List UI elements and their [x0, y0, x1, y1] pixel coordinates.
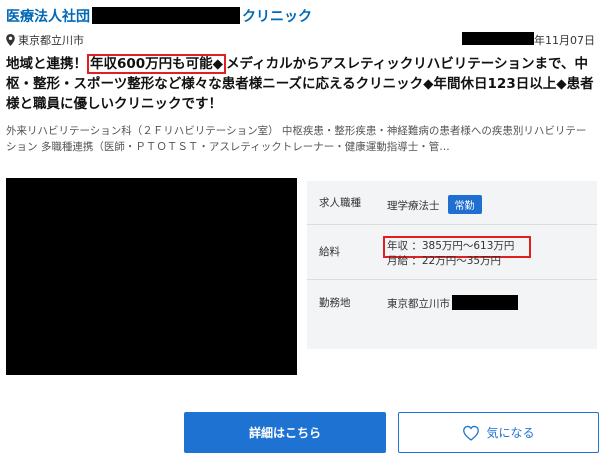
- employment-badge: 常勤: [447, 195, 482, 214]
- location-text: 東京都立川市: [18, 34, 84, 47]
- details-button-label: 詳細はこちら: [248, 426, 321, 440]
- clinic-photo: [6, 178, 297, 375]
- title-suffix: クリニック: [242, 9, 312, 25]
- workplace-value: 東京都立川市: [387, 295, 518, 311]
- details-button[interactable]: 詳細はこちら: [184, 412, 386, 453]
- redacted-address: [452, 295, 518, 310]
- redacted-date: [462, 32, 534, 45]
- divider: [307, 279, 597, 280]
- headline-highlight: 年収600万円も可能◆: [87, 54, 227, 74]
- workplace-label: 勤務地: [319, 297, 351, 309]
- clinic-title[interactable]: 医療法人社団 クリニック: [6, 6, 312, 26]
- job-type-label: 求人職種: [319, 197, 361, 209]
- location: 東京都立川市: [6, 32, 84, 48]
- description: 外来リハビリテーション科（２Ｆリハビリテーション室） 中枢疾患・整形疾患・神経難…: [6, 125, 587, 153]
- headline[interactable]: 地域と連携！ 年収600万円も可能◆ メディカルからアスレティックリハビリテーション…: [6, 54, 596, 114]
- salary-annual: 年収 ：385万円～613万円: [387, 240, 515, 252]
- location-pin-icon: [6, 34, 15, 46]
- salary-label: 給料: [319, 246, 340, 258]
- job-type-value: 理学療法士 常勤: [387, 195, 482, 214]
- favorite-button[interactable]: 気になる: [398, 412, 599, 453]
- job-type-text: 理学療法士: [387, 200, 440, 212]
- workplace-text: 東京都立川市: [387, 298, 450, 310]
- heart-icon: [463, 425, 480, 441]
- salary-monthly: 月給 ：22万円～35万円: [387, 255, 502, 267]
- post-date: 年11月07日: [534, 34, 595, 47]
- redacted-block: [92, 7, 240, 24]
- info-panel: 求人職種 理学療法士 常勤 給料 年収 ：385万円～613万円 月給 ：22万円…: [307, 181, 597, 349]
- headline-pre: 地域と連携！: [6, 56, 87, 72]
- favorite-button-label: 気になる: [486, 426, 535, 440]
- divider: [307, 224, 597, 225]
- title-prefix: 医療法人社団: [6, 9, 90, 25]
